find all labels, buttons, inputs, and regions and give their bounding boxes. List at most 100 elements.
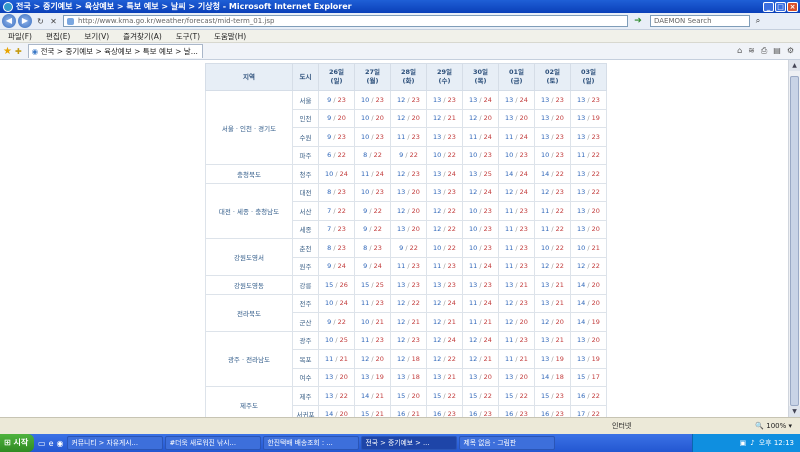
max-temp: 20	[591, 225, 600, 234]
max-temp: 18	[411, 354, 420, 363]
favorites-star-icon[interactable]: ★	[3, 46, 12, 57]
temp-cell: 12 / 21	[462, 349, 499, 369]
max-temp: 20	[591, 280, 600, 289]
max-temp: 20	[375, 114, 384, 123]
table-body: 서울 · 인천 · 경기도 서울 9 / 23 10 / 23 12 / 23 13 / …	[205, 90, 607, 417]
menu-edit[interactable]: 편집(E)	[46, 31, 70, 42]
city-cell: 서산	[292, 201, 319, 221]
taskbar-task[interactable]: 전국 > 중기예보 > ...	[361, 436, 458, 450]
max-temp: 23	[555, 132, 564, 141]
header-day: 27일 (월)	[354, 63, 391, 91]
vertical-scrollbar[interactable]: ▲ ▼	[788, 60, 800, 417]
max-temp: 23	[375, 132, 384, 141]
max-temp: 22	[447, 206, 456, 215]
temp-cell: 11 / 24	[354, 164, 391, 184]
temp-cell: 13 / 19	[534, 349, 571, 369]
max-temp: 23	[411, 169, 420, 178]
temp-cell: 10 / 21	[354, 312, 391, 332]
temp-cell: 9 / 22	[390, 238, 427, 258]
temp-cell: 16 / 23	[534, 404, 571, 417]
max-temp: 22	[555, 262, 564, 271]
temp-cell: 14 / 24	[498, 164, 535, 184]
stop-icon[interactable]: ✕	[48, 16, 59, 27]
search-icon[interactable]: ⌕	[752, 15, 764, 27]
add-favorite-icon[interactable]: ✚	[15, 47, 22, 56]
max-temp: 20	[555, 114, 564, 123]
menu-tools[interactable]: 도구(T)	[176, 31, 200, 42]
city-cell: 서귀포	[292, 404, 319, 417]
maximize-button[interactable]: □	[775, 1, 786, 12]
temp-cell: 12 / 23	[390, 164, 427, 184]
taskbar-task[interactable]: 한진택배 배송조회 : ...	[263, 436, 360, 450]
max-temp: 24	[447, 299, 456, 308]
zoom-level[interactable]: 🔍 100% ▾	[755, 422, 792, 430]
page-menu-icon[interactable]: ▤	[773, 46, 781, 56]
close-button[interactable]: ×	[787, 1, 798, 12]
temp-cell: 12 / 23	[390, 90, 427, 110]
temp-cell: 12 / 20	[534, 312, 571, 332]
max-temp: 23	[411, 95, 420, 104]
url-input[interactable]: http://www.kma.go.kr/weather/forecast/mi…	[63, 15, 628, 27]
temp-cell: 13 / 19	[570, 349, 607, 369]
taskbar-task[interactable]: 제목 없음 - 그림판	[459, 436, 556, 450]
home-icon[interactable]: ⌂	[737, 46, 742, 56]
temp-cell: 10 / 23	[462, 145, 499, 165]
menu-file[interactable]: 파일(F)	[8, 31, 32, 42]
minimize-button[interactable]: _	[763, 1, 774, 12]
media-icon[interactable]: ◉	[56, 439, 63, 448]
network-icon[interactable]: ▣	[740, 439, 747, 447]
temp-cell: 11 / 23	[498, 256, 535, 276]
scroll-thumb[interactable]	[790, 76, 799, 406]
temp-cell: 11 / 23	[354, 293, 391, 313]
temp-cell: 13 / 23	[390, 275, 427, 295]
max-temp: 21	[375, 410, 384, 417]
temp-cell: 10 / 22	[426, 145, 463, 165]
tools-menu-icon[interactable]: ⚙	[787, 46, 794, 56]
max-temp: 22	[373, 225, 382, 234]
show-desktop-icon[interactable]: ▭	[38, 439, 46, 448]
max-temp: 24	[373, 262, 382, 271]
city-cell: 파주	[292, 145, 319, 165]
temp-cell: 9 / 22	[390, 145, 427, 165]
max-temp: 21	[555, 280, 564, 289]
max-temp: 21	[519, 280, 528, 289]
forward-button[interactable]: ▶	[18, 14, 32, 28]
menu-help[interactable]: 도움말(H)	[214, 31, 246, 42]
max-temp: 24	[483, 132, 492, 141]
menu-favorites[interactable]: 즐겨찾기(A)	[123, 31, 162, 42]
temp-cell: 11 / 24	[462, 127, 499, 147]
feeds-icon[interactable]: ≋	[748, 46, 755, 56]
max-temp: 20	[519, 373, 528, 382]
temp-cell: 11 / 23	[390, 127, 427, 147]
page-tab[interactable]: 전국 > 중기예보 > 육상예보 > 특보 예보 > 날...	[27, 44, 203, 58]
temp-cell: 13 / 19	[570, 108, 607, 128]
max-temp: 22	[483, 391, 492, 400]
temp-cell: 12 / 22	[570, 256, 607, 276]
header-day: 01일 (금)	[498, 63, 535, 91]
table-row: 전라북도 전주 10 / 24 11 / 23 12 / 22 12 / 24 11 / 2…	[205, 293, 607, 332]
search-input[interactable]: DAEMON Search	[650, 15, 750, 27]
menu-view[interactable]: 보기(V)	[84, 31, 109, 42]
max-temp: 21	[483, 354, 492, 363]
temp-cell: 10 / 23	[462, 201, 499, 221]
ie-launch-icon[interactable]: e	[49, 439, 54, 448]
print-icon[interactable]: ⎙	[761, 46, 767, 56]
scroll-up-icon[interactable]: ▲	[789, 60, 800, 71]
volume-icon[interactable]: ♪	[750, 439, 754, 447]
go-button[interactable]: ➔	[632, 15, 644, 27]
temp-cell: 13 / 21	[426, 367, 463, 387]
temp-cell: 13 / 23	[534, 90, 571, 110]
scroll-down-icon[interactable]: ▼	[789, 406, 800, 417]
back-button[interactable]: ◀	[2, 14, 16, 28]
refresh-icon[interactable]: ↻	[35, 16, 46, 27]
max-temp: 24	[519, 188, 528, 197]
max-temp: 23	[411, 336, 420, 345]
max-temp: 21	[591, 243, 600, 252]
taskbar-task[interactable]: #더욱 새로워진 낚시...	[165, 436, 262, 450]
start-button[interactable]: 시작	[0, 434, 34, 452]
max-temp: 20	[411, 188, 420, 197]
taskbar-task[interactable]: 커뮤니티 > 자유게시...	[67, 436, 164, 450]
city-cell: 춘천	[292, 238, 319, 258]
region-cell: 제주도	[205, 386, 293, 417]
city-cell: 제주	[292, 386, 319, 406]
